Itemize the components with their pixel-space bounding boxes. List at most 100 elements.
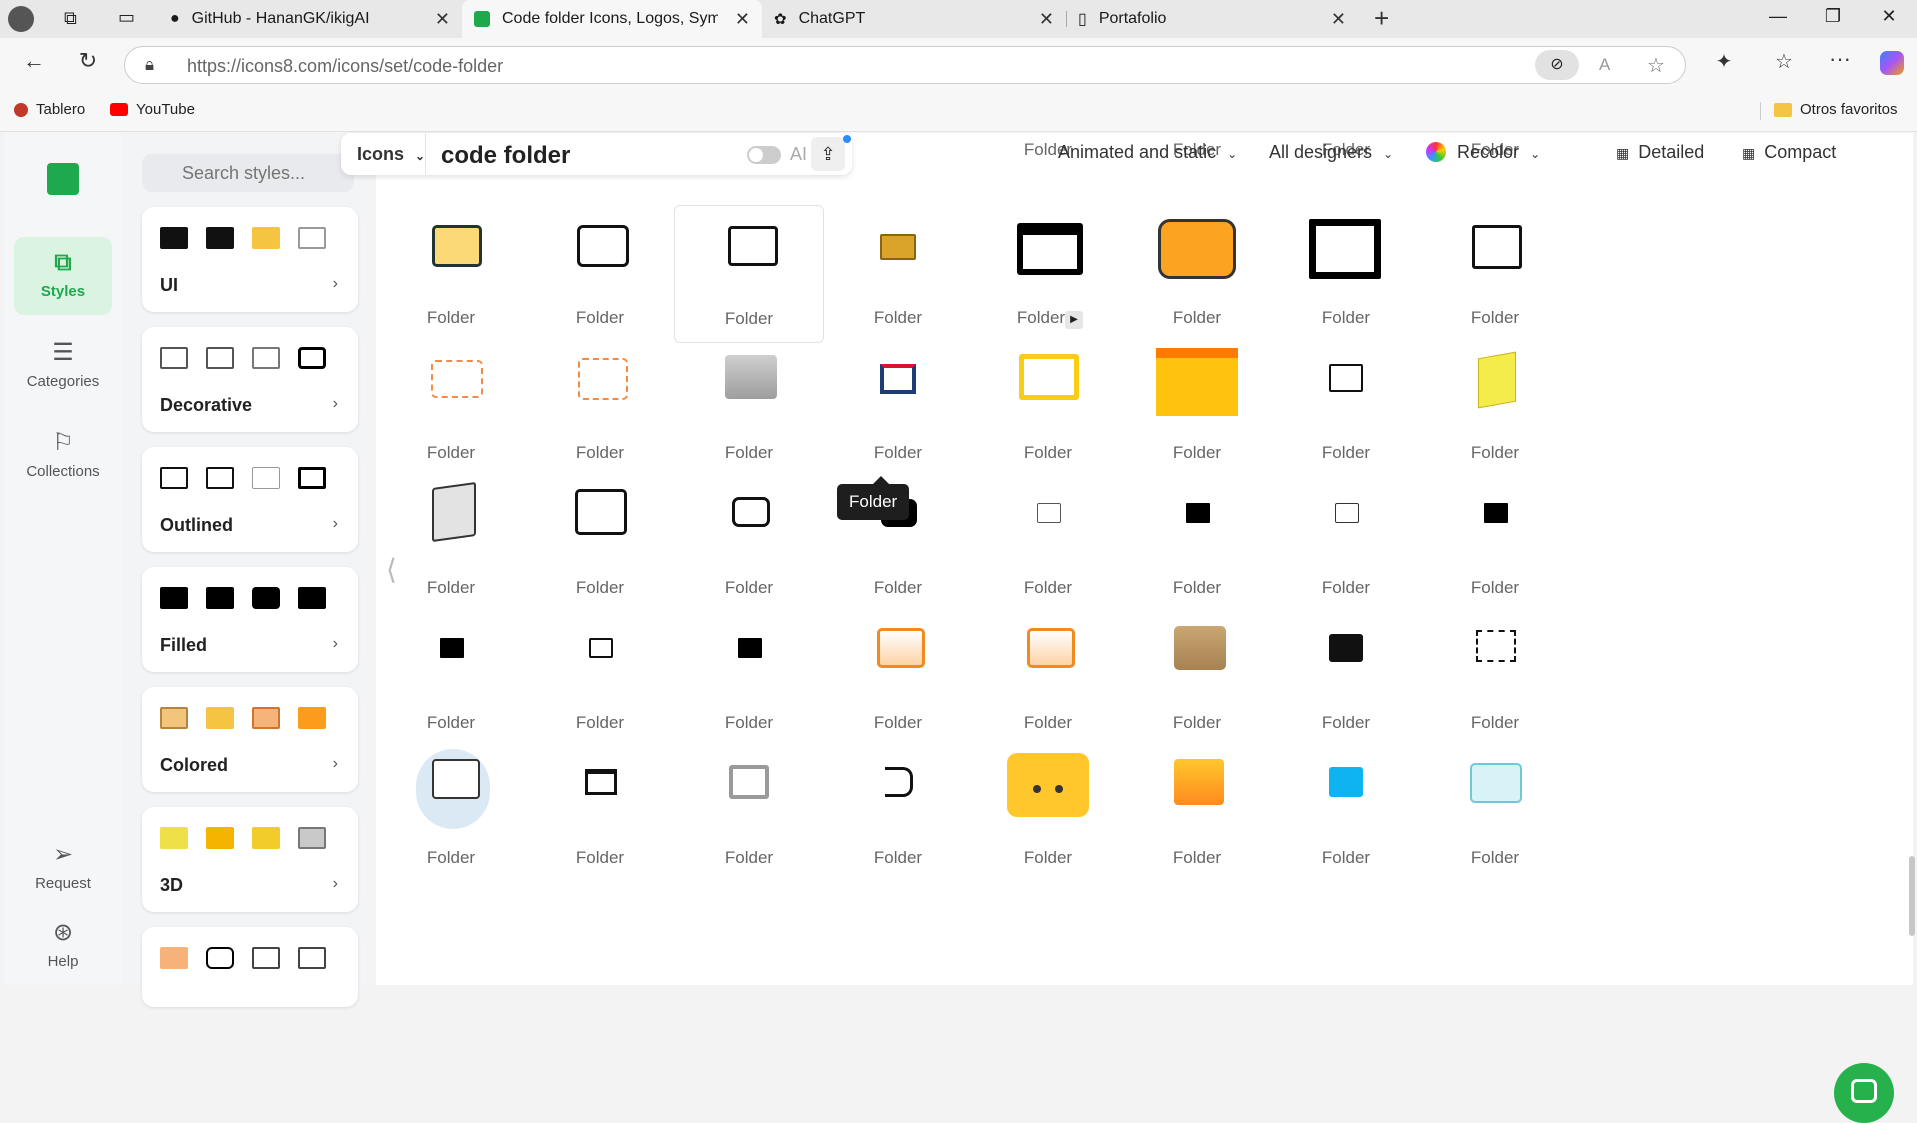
icon-card[interactable]: Folder xyxy=(674,620,824,745)
style-preview xyxy=(160,467,326,489)
search-input[interactable]: code folder xyxy=(441,142,570,170)
icons8-logo[interactable] xyxy=(47,163,79,195)
tab-github[interactable]: ● GitHub - HananGK/ikigAI ✕ xyxy=(158,0,462,38)
icon-card[interactable]: Folder xyxy=(525,620,675,745)
icon-card[interactable]: Folder xyxy=(1420,620,1570,745)
detailed-view-button[interactable]: ▦ Detailed xyxy=(1616,142,1704,163)
page-scrollbar[interactable] xyxy=(1909,856,1915,936)
icon-card[interactable]: Folder xyxy=(823,215,973,340)
restore-button[interactable]: ❐ xyxy=(1818,6,1848,27)
bookmark-youtube[interactable]: YouTube xyxy=(110,101,195,118)
folder-icon xyxy=(206,227,234,249)
icon-card[interactable]: Folder xyxy=(376,749,526,880)
icon-card[interactable]: Folder xyxy=(1271,485,1421,610)
icon-card[interactable]: Folder xyxy=(1271,215,1421,340)
style-card-more[interactable] xyxy=(142,927,358,1007)
icon-card[interactable]: Folder xyxy=(376,350,526,475)
rail-collections[interactable]: ⚐ Collections xyxy=(14,417,112,495)
back-button[interactable]: ← xyxy=(18,48,50,74)
icon-card[interactable]: Folder xyxy=(973,350,1123,475)
style-card-3d[interactable]: 3D › xyxy=(142,807,358,912)
icon-card[interactable]: Folder xyxy=(973,753,1123,880)
copilot-icon[interactable] xyxy=(1880,51,1904,75)
icon-card[interactable]: Folder xyxy=(525,350,675,475)
icon-card[interactable]: Folder xyxy=(1271,350,1421,475)
chat-support-button[interactable] xyxy=(1834,1063,1894,1123)
animation-filter-dropdown[interactable]: Animated and static ⌄ xyxy=(1058,142,1237,163)
profile-avatar[interactable] xyxy=(8,6,34,32)
styles-search-input[interactable] xyxy=(142,154,354,192)
icon-card[interactable]: Folder xyxy=(376,215,526,340)
close-icon[interactable]: ✕ xyxy=(1039,9,1054,30)
workspaces-icon[interactable]: ⧉ xyxy=(64,8,77,29)
icon-card[interactable]: Folder xyxy=(823,620,973,745)
vertical-tabs-icon[interactable]: ▭ xyxy=(118,7,135,28)
icon-card[interactable]: Folder xyxy=(674,485,824,610)
chevron-down-icon: ⌄ xyxy=(1383,147,1394,161)
icon-card[interactable]: Folder xyxy=(674,350,824,475)
icon-label: Folder xyxy=(873,848,923,867)
close-icon[interactable]: ✕ xyxy=(735,9,750,30)
style-card-outlined[interactable]: Outlined › xyxy=(142,447,358,552)
tab-icons8[interactable]: Code folder Icons, Logos, Symbols ✕ xyxy=(462,0,762,38)
rail-categories[interactable]: ☰ Categories xyxy=(14,327,112,405)
icon-card[interactable]: Folder xyxy=(823,755,973,880)
icon-card[interactable]: Folder xyxy=(1271,620,1421,745)
folder-icon xyxy=(298,227,326,249)
close-icon[interactable]: ✕ xyxy=(1331,9,1346,30)
icon-card[interactable]: Folder xyxy=(674,205,824,343)
read-aloud-icon[interactable]: A xyxy=(1599,55,1610,75)
favorite-star-icon[interactable]: ☆ xyxy=(1647,53,1665,78)
address-bar[interactable]: 🔒︎ https://icons8.com/icons/set/code-fol… xyxy=(124,46,1686,84)
icon-card[interactable]: Folder xyxy=(525,755,675,880)
tracking-prevention-icon[interactable]: ⊘ xyxy=(1535,50,1579,80)
icon-card[interactable]: Folder xyxy=(973,485,1123,610)
play-animation-icon[interactable]: ▶ xyxy=(1065,311,1083,329)
minimize-button[interactable]: — xyxy=(1763,6,1793,27)
icon-card[interactable]: Folder ▶ xyxy=(973,215,1123,340)
icon-card[interactable]: Folder xyxy=(1122,215,1272,340)
tab-portafolio[interactable]: ▯ Portafolio ✕ xyxy=(1066,0,1358,38)
rail-styles[interactable]: ⧉ Styles xyxy=(14,237,112,315)
page-icon: ▯ xyxy=(1078,11,1087,28)
icon-card[interactable]: Folder xyxy=(376,620,526,745)
icon-card[interactable]: Folder xyxy=(1122,485,1272,610)
icon-card[interactable]: Folder xyxy=(823,350,973,475)
style-card-colored[interactable]: Colored › xyxy=(142,687,358,792)
new-tab-button[interactable]: + xyxy=(1374,3,1389,34)
style-card-decorative[interactable]: Decorative › xyxy=(142,327,358,432)
icon-card[interactable]: Folder xyxy=(1122,348,1272,475)
recolor-dropdown[interactable]: Recolor ⌄ xyxy=(1426,142,1540,163)
rail-help[interactable]: ⊛ Help xyxy=(14,907,112,985)
asset-type-dropdown[interactable]: Icons ⌄ xyxy=(357,144,425,165)
upload-image-icon[interactable]: ⇪ xyxy=(811,137,845,171)
icon-card[interactable]: Folder xyxy=(1420,755,1570,880)
compact-view-button[interactable]: ▦ Compact xyxy=(1742,142,1836,163)
icon-card[interactable]: Folder xyxy=(674,755,824,880)
style-card-filled[interactable]: Filled › xyxy=(142,567,358,672)
reload-button[interactable]: ↻ xyxy=(72,48,104,74)
more-menu-icon[interactable]: ··· xyxy=(1824,46,1856,72)
rail-request[interactable]: ➢ Request xyxy=(14,829,112,907)
extensions-icon[interactable]: ✦ xyxy=(1708,49,1740,74)
close-window-button[interactable]: ✕ xyxy=(1874,6,1904,27)
bookmark-tablero[interactable]: Tablero xyxy=(14,101,85,118)
bookmark-otros-favoritos[interactable]: Otros favoritos xyxy=(1774,101,1898,118)
icon-card[interactable]: Folder xyxy=(1271,755,1421,880)
icon-card[interactable]: Folder xyxy=(973,620,1123,745)
icon-card[interactable]: Folder xyxy=(1420,350,1570,475)
close-icon[interactable]: ✕ xyxy=(435,9,450,30)
style-card-ui[interactable]: UI › xyxy=(142,207,358,312)
style-preview xyxy=(160,587,326,609)
favorites-icon[interactable]: ☆ xyxy=(1768,49,1800,74)
icon-card[interactable]: Folder xyxy=(1122,755,1272,880)
icon-card[interactable]: Folder xyxy=(376,481,526,610)
icon-card[interactable]: Folder xyxy=(1122,620,1272,745)
chevron-down-icon: ⌄ xyxy=(415,149,426,163)
icon-card[interactable]: Folder xyxy=(525,485,675,610)
designers-filter-dropdown[interactable]: All designers ⌄ xyxy=(1269,142,1393,163)
tab-chatgpt[interactable]: ✿ ChatGPT ✕ xyxy=(762,0,1066,38)
icon-card[interactable]: Folder xyxy=(1420,215,1570,340)
icon-card[interactable]: Folder xyxy=(1420,485,1570,610)
icon-card[interactable]: Folder xyxy=(525,215,675,340)
